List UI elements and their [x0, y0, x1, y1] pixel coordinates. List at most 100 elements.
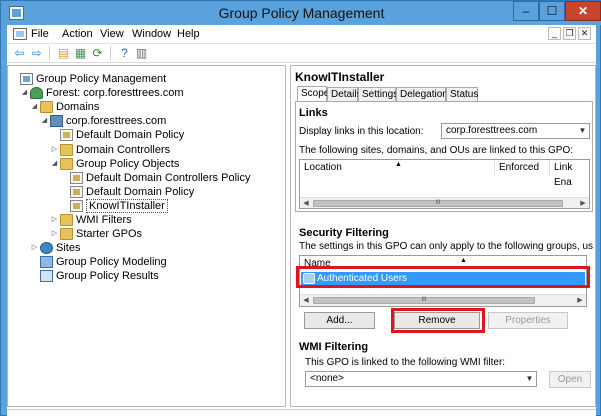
tab-settings[interactable]: Settings [358, 87, 398, 102]
links-section: Links Display links in this location: co… [295, 101, 593, 212]
collapse-arrow-icon[interactable]: ◢ [50, 157, 59, 171]
tree-item[interactable]: ▷ Starter GPOs [50, 227, 142, 241]
tab-status[interactable]: Status [446, 87, 478, 102]
links-horizontal-scrollbar[interactable]: ◀ III ▶ [300, 197, 589, 208]
tab-details[interactable]: Details [327, 87, 362, 102]
app-window: Group Policy Management ‒ ☐ ✕ File Actio… [0, 0, 601, 416]
tree-item[interactable]: Group Policy Modeling [30, 255, 167, 269]
status-bar [7, 409, 596, 416]
menu-window[interactable]: Window [132, 28, 171, 40]
security-info-text: The settings in this GPO can only apply … [299, 241, 593, 252]
column-enforced[interactable]: Enforced [495, 160, 550, 175]
expand-arrow-icon[interactable]: ▷ [50, 143, 59, 157]
help-icon[interactable]: ? [116, 45, 133, 61]
forest-icon [30, 87, 43, 100]
security-horizontal-scrollbar[interactable]: ◀ III ▶ [300, 294, 586, 306]
menu-help[interactable]: Help [177, 28, 200, 40]
show-hide-tree-icon[interactable]: ▦ [72, 45, 89, 61]
mdi-restore-button[interactable]: ❐ [563, 27, 576, 40]
tree-item-label: Domain Controllers [76, 143, 171, 156]
folder-icon [60, 228, 73, 241]
expand-arrow-icon[interactable]: ▷ [50, 213, 59, 227]
mdi-minimize-button[interactable]: _ [548, 27, 561, 40]
folder-icon [60, 143, 73, 156]
tree-item[interactable]: ▷ Domain Controllers [50, 143, 170, 157]
scroll-left-icon[interactable]: ◀ [300, 198, 312, 208]
toolbar-divider [110, 46, 111, 60]
back-icon[interactable]: ⇦ [11, 45, 28, 61]
scrollbar-thumb[interactable]: III [313, 297, 535, 304]
links-list[interactable]: Location ▲ Enforced Link Ena ◀ III ▶ [299, 159, 590, 209]
tree-item[interactable]: Group Policy Results [30, 269, 159, 283]
wmi-filter-dropdown[interactable]: <none> ▼ [305, 371, 537, 387]
expand-arrow-icon[interactable]: ▷ [30, 241, 39, 255]
scroll-right-icon[interactable]: ▶ [577, 198, 589, 208]
tree-item[interactable]: ◢ Group Policy Objects [50, 157, 179, 171]
collapse-arrow-icon[interactable]: ◢ [20, 86, 29, 100]
add-button[interactable]: Add... [304, 312, 375, 329]
links-location-dropdown[interactable]: corp.foresttrees.com ▼ [441, 123, 590, 139]
console-icon[interactable] [13, 28, 27, 40]
tab-scope[interactable]: Scope [297, 86, 329, 102]
close-button[interactable]: ✕ [565, 1, 601, 21]
tree-item-label: WMI Filters [76, 214, 132, 226]
title-bar[interactable]: Group Policy Management ‒ ☐ ✕ [1, 1, 601, 25]
tree-item-label: Group Policy Modeling [56, 256, 167, 269]
menu-file[interactable]: File [31, 28, 49, 40]
collapse-arrow-icon[interactable]: ◢ [30, 100, 39, 114]
properties-icon[interactable]: ▥ [133, 45, 150, 61]
console-client: Group Policy Management ◢ Forest: corp.for… [7, 63, 596, 409]
expand-arrow-icon[interactable]: ▷ [50, 227, 59, 241]
tree-item[interactable]: ▷ Sites [30, 241, 80, 255]
collapse-arrow-icon[interactable]: ◢ [40, 114, 49, 128]
chevron-down-icon: ▼ [525, 374, 534, 383]
refresh-icon[interactable]: ⟳ [89, 45, 106, 61]
tree-item-label: Forest: corp.foresttrees.com [46, 87, 184, 100]
security-filtering-heading: Security Filtering [299, 227, 389, 239]
tree-item[interactable]: Group Policy Management [10, 72, 166, 86]
column-location[interactable]: Location ▲ [300, 160, 495, 175]
column-link-enabled[interactable]: Link Ena [550, 160, 589, 188]
menu-action[interactable]: Action [62, 28, 93, 40]
tree-item-label: Group Policy Management [36, 73, 167, 85]
tree-item[interactable]: Default Domain Controllers Policy [60, 171, 250, 185]
links-info-text: The following sites, domains, and OUs ar… [299, 145, 574, 156]
menu-view[interactable]: View [100, 28, 124, 40]
tree-item-label: Default Domain Controllers Policy [86, 171, 251, 184]
tree-item-label: Default Domain Policy [76, 129, 185, 142]
up-folder-icon[interactable]: ▤ [55, 45, 72, 61]
wmi-info-text: This GPO is linked to the following WMI … [305, 357, 506, 368]
window-title: Group Policy Management [218, 5, 385, 21]
gpo-title: KnowITInstaller [295, 70, 385, 84]
console-tree[interactable]: Group Policy Management ◢ Forest: corp.for… [7, 65, 286, 407]
tree-item[interactable]: KnowITInstaller [60, 198, 168, 213]
scroll-right-icon[interactable]: ▶ [574, 295, 586, 306]
toolbar: ⇦ ⇨ ▤ ▦ ⟳ ? ▥ [7, 44, 596, 63]
wmi-open-button[interactable]: Open [549, 371, 591, 388]
gpo-icon [70, 185, 83, 198]
tree-item-label: Sites [56, 242, 81, 255]
tree-item[interactable]: ▷ WMI Filters [50, 213, 132, 227]
tree-item-label: KnowITInstaller [86, 198, 168, 213]
sites-icon [40, 242, 53, 255]
tab-delegation[interactable]: Delegation [396, 87, 448, 102]
forward-icon[interactable]: ⇨ [28, 45, 45, 61]
wmi-filter-value: <none> [310, 373, 344, 384]
tree-item-label: Default Domain Policy [86, 185, 195, 198]
tree-item[interactable]: ◢ Domains [30, 100, 99, 114]
tree-item-label: Group Policy Objects [76, 157, 180, 170]
scrollbar-thumb[interactable]: III [313, 200, 563, 207]
annotation-highlight-row [296, 266, 590, 288]
tree-item[interactable]: ◢ corp.foresttrees.com [40, 114, 166, 128]
minimize-button[interactable]: ‒ [513, 1, 539, 21]
links-heading: Links [299, 107, 328, 119]
mdi-close-button[interactable]: ✕ [578, 27, 591, 40]
tree-item[interactable]: Default Domain Policy [60, 185, 194, 199]
tree-item-label: corp.foresttrees.com [66, 115, 167, 128]
scroll-left-icon[interactable]: ◀ [300, 295, 312, 306]
properties-button[interactable]: Properties [488, 312, 568, 329]
display-links-label: Display links in this location: [299, 126, 424, 137]
maximize-button[interactable]: ☐ [539, 1, 565, 21]
tree-item[interactable]: Default Domain Policy [50, 128, 184, 142]
tree-item[interactable]: ◢ Forest: corp.foresttrees.com [20, 86, 184, 100]
